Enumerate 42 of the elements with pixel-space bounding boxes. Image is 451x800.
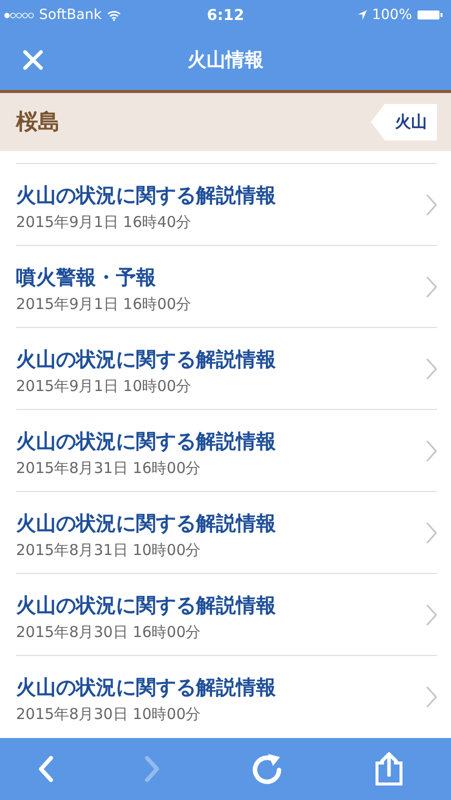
chevron-right-icon [426, 358, 437, 380]
chevron-right-icon [426, 522, 437, 544]
list-item[interactable]: 噴火警報・予報 2015年9月1日 16時00分 [16, 245, 437, 327]
wifi-icon [106, 10, 121, 20]
list-item[interactable]: 火山の状況に関する解説情報 2015年9月1日 10時00分 [16, 327, 437, 409]
battery-percent: 100% [372, 7, 412, 23]
chevron-right-icon [426, 604, 437, 626]
carrier-name: SoftBank [39, 7, 102, 23]
list-item[interactable]: 火山の状況に関する解説情報 2015年8月31日 10時00分 [16, 491, 437, 573]
chevron-right-icon [426, 686, 437, 708]
item-title: 火山の状況に関する解説情報 [16, 510, 276, 536]
item-date: 2015年8月30日 10時00分 [16, 704, 202, 724]
item-title: 火山の状況に関する解説情報 [16, 592, 276, 618]
signal-icon [4, 12, 34, 18]
item-date: 2015年8月31日 16時00分 [16, 458, 202, 478]
item-date: 2015年9月1日 10時00分 [16, 376, 192, 396]
nav-title: 火山情報 [188, 48, 264, 73]
share-icon[interactable] [374, 751, 404, 787]
item-date: 2015年9月1日 16時00分 [16, 294, 192, 314]
item-date: 2015年9月1日 16時40分 [16, 212, 192, 232]
item-title: 火山の状況に関する解説情報 [16, 346, 276, 372]
item-title: 火山の状況に関する解説情報 [16, 182, 276, 208]
chevron-right-icon [426, 194, 437, 216]
section-title: 桜島 [16, 109, 60, 137]
chevron-right-icon [426, 276, 437, 298]
list-item[interactable]: 火山の状況に関する解説情報 2015年8月31日 16時00分 [16, 409, 437, 491]
item-title: 火山の状況に関する解説情報 [16, 674, 276, 700]
item-title: 火山の状況に関する解説情報 [16, 428, 276, 454]
chevron-right-icon [426, 440, 437, 462]
reload-icon[interactable] [250, 752, 284, 786]
list-item[interactable]: 火山の状況に関する解説情報 2015年8月30日 10時00分 [16, 655, 437, 737]
back-icon[interactable] [38, 755, 54, 783]
close-icon[interactable] [23, 50, 43, 70]
list-item[interactable]: 火山の状況に関する解説情報 2015年9月1日 16時40分 [16, 163, 437, 245]
volcano-tag[interactable]: 火山 [371, 104, 437, 140]
item-date: 2015年8月30日 16時00分 [16, 622, 202, 642]
list-item[interactable]: 火山の状況に関する解説情報 2015年8月30日 16時00分 [16, 573, 437, 655]
item-date: 2015年8月31日 10時00分 [16, 540, 202, 560]
location-arrow-icon [358, 10, 367, 20]
battery-icon [417, 10, 443, 20]
item-title: 噴火警報・予報 [16, 264, 157, 290]
status-time: 6:12 [206, 6, 244, 24]
